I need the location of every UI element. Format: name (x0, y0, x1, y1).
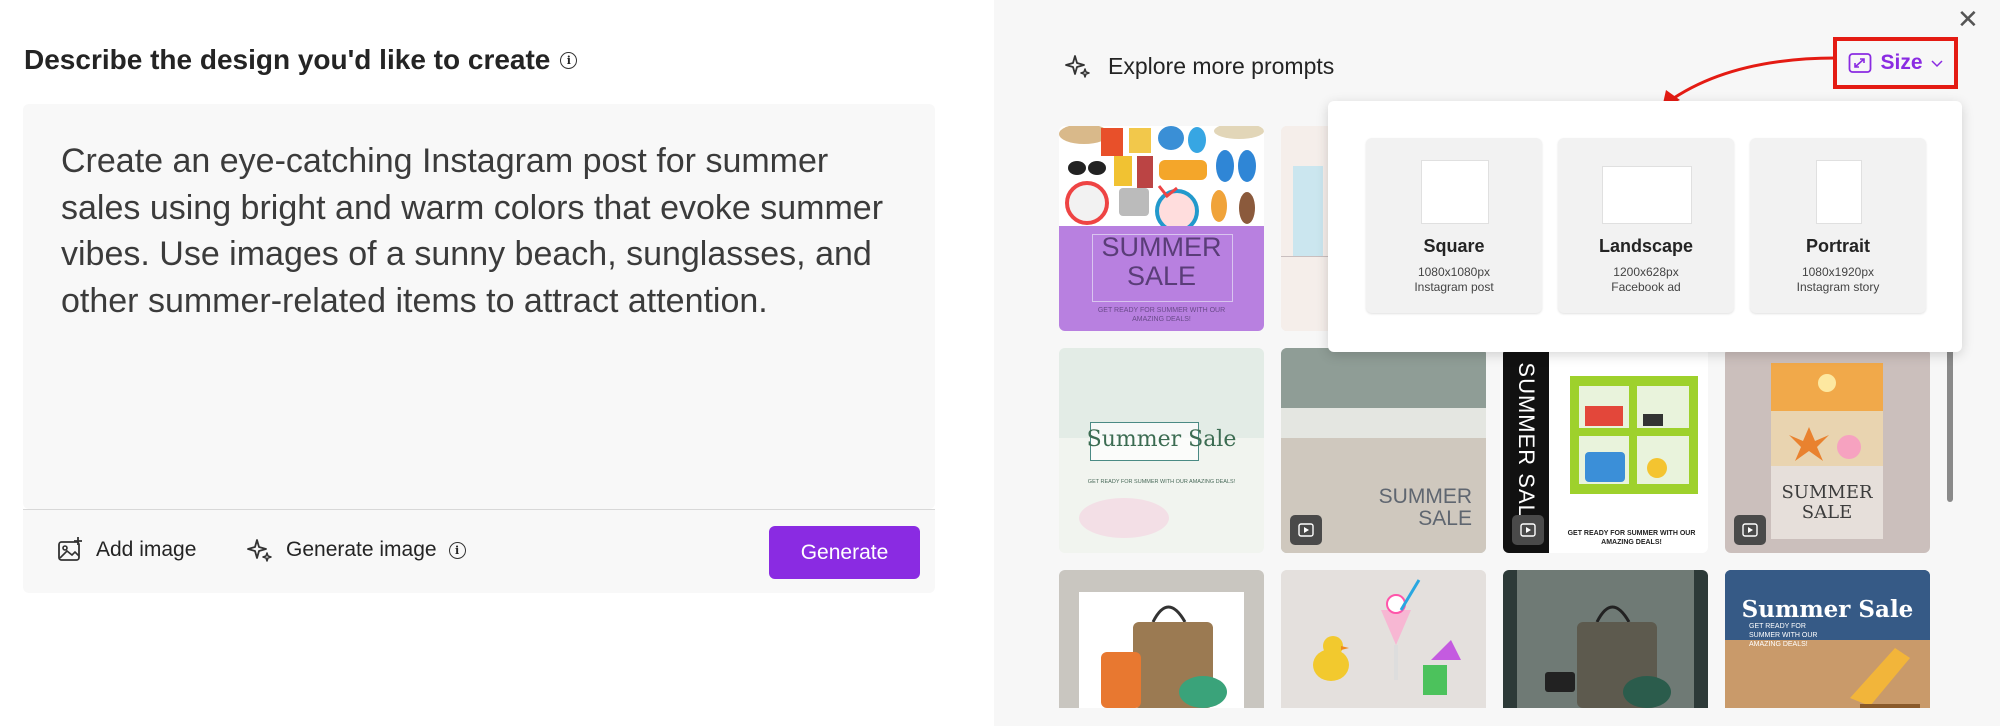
add-image-icon (58, 537, 82, 561)
shelf-image (1570, 376, 1698, 494)
size-option-square[interactable]: Square 1080x1080px Instagram post (1366, 138, 1542, 313)
thumb-title: SUMMER SALE (1771, 483, 1883, 523)
size-option-dims: 1080x1080px (1417, 265, 1491, 279)
summer-items-image (1059, 126, 1264, 226)
size-option-portrait[interactable]: Portrait 1080x1920px Instagram story (1750, 138, 1926, 313)
thumb-subtitle: GET READY FOR SUMMER WITH OUR AMAZING DE… (1567, 530, 1696, 546)
bag-image (1101, 605, 1227, 708)
add-image-button[interactable]: Add image (56, 536, 196, 564)
landscape-preview (1602, 166, 1692, 224)
pool-toys-image (1281, 570, 1486, 708)
thumb-subtitle: GET READY FOR SUMMER WITH OUR AMAZING DE… (1087, 479, 1236, 485)
flower-blur (1079, 498, 1169, 538)
play-icon (1520, 523, 1536, 537)
prompt-textarea[interactable]: Create an eye-catching Instagram post fo… (23, 104, 935, 509)
explore-header: Explore more prompts (1064, 52, 1334, 80)
prompt-panel: Describe the design you'd like to create… (0, 0, 994, 726)
thumb-title-line: SALE (1801, 502, 1853, 523)
size-option-dims: 1200x628px (1613, 265, 1679, 279)
size-option-title: Landscape (1598, 236, 1694, 256)
size-option-landscape[interactable]: Landscape 1200x628px Facebook ad (1558, 138, 1734, 313)
explore-label: Explore more prompts (1108, 52, 1335, 79)
video-badge (1512, 515, 1544, 545)
play-icon (1298, 523, 1314, 537)
divider (1281, 256, 1329, 257)
thumb-title-line: SUMMER (1378, 485, 1472, 508)
thumb-title: SUMMER SALE (1379, 486, 1472, 530)
page-title: Describe the design you'd like to create… (24, 44, 578, 76)
template-thumbnail[interactable]: SUMMER SALE GET READY FOR SUMMER WITH OU… (1503, 348, 1708, 553)
size-option-dims: 1080x1920px (1801, 265, 1875, 279)
template-thumbnail[interactable]: SUMMER SALE GET READY FOR SUMMER WITH OU… (1059, 126, 1264, 331)
thumb-title: SUMMER SALE (1059, 233, 1264, 291)
thumb-title: Summer Sale (1086, 427, 1237, 452)
thumb-subtitle: GET READY FOR SUMMER WITH OUR AMAZING DE… (1749, 623, 1818, 648)
thumb-title-line: SALE (1126, 261, 1197, 291)
thumb-title: Summer Sale (1741, 596, 1914, 623)
generate-image-button[interactable]: Generate image i (246, 536, 466, 564)
chair-image (1850, 648, 1920, 708)
generate-image-label: Generate image (286, 538, 437, 561)
portrait-preview (1816, 160, 1862, 224)
thumb-subtitle: GET READY FOR SUMMER WITH OUR AMAZING DE… (1097, 307, 1226, 323)
template-thumbnail[interactable] (1059, 570, 1264, 708)
size-option-usage: Instagram story (1796, 280, 1880, 294)
scrollbar[interactable] (1947, 345, 1953, 502)
square-preview (1421, 160, 1489, 224)
play-icon (1742, 523, 1758, 537)
template-thumbnail[interactable]: SUMMER SALE (1281, 348, 1486, 553)
sparkle-icon (247, 539, 272, 562)
thumb-title-line: SUMMER (1781, 482, 1873, 503)
heading-text: Describe the design you'd like to create (24, 44, 551, 75)
size-option-title: Portrait (1805, 236, 1870, 256)
size-option-usage: Facebook ad (1611, 280, 1681, 294)
size-dropdown-menu: Square 1080x1080px Instagram post Landsc… (1328, 101, 1962, 352)
close-icon[interactable]: ✕ (1957, 6, 1979, 32)
template-thumbnail[interactable] (1281, 570, 1486, 708)
size-option-title: Square (1423, 236, 1485, 256)
info-icon[interactable]: i (560, 51, 578, 69)
template-thumbnail[interactable]: Summer Sale GET READY FOR SUMMER WITH OU… (1059, 348, 1264, 553)
size-label: Size (1880, 51, 1923, 74)
info-icon[interactable]: i (448, 541, 466, 559)
add-image-label: Add image (96, 538, 197, 561)
template-thumbnail[interactable] (1503, 570, 1708, 708)
generate-button[interactable]: Generate (769, 526, 920, 579)
sparkle-icon (1065, 55, 1090, 78)
thumb-title-line: SALE (1418, 507, 1472, 530)
thumb-title-line: SUMMER (1101, 232, 1222, 262)
video-badge (1734, 515, 1766, 545)
wave-image (1281, 408, 1486, 438)
beach-image (1293, 166, 1323, 256)
starfish-image (1771, 363, 1883, 466)
prompt-text[interactable]: Create an eye-catching Instagram post fo… (61, 138, 901, 324)
size-option-usage: Instagram post (1414, 280, 1494, 294)
template-thumbnail[interactable]: SUMMER SALE (1725, 348, 1930, 553)
template-thumbnail[interactable]: Summer Sale GET READY FOR SUMMER WITH OU… (1725, 570, 1930, 708)
chevron-down-icon (1930, 60, 1943, 68)
bag-image (1545, 605, 1671, 708)
video-badge (1290, 515, 1322, 545)
